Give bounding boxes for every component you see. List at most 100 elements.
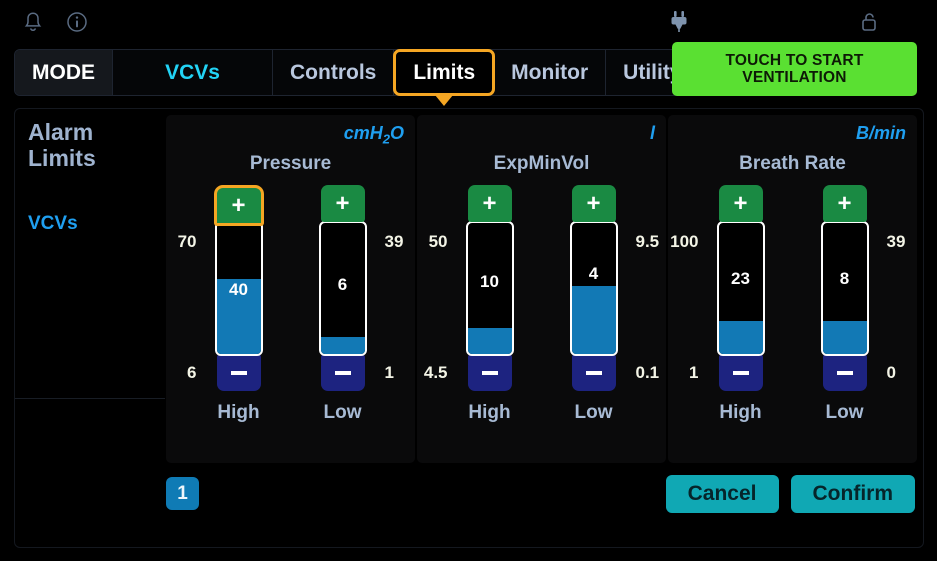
range-min-label: 0.1 [636, 363, 660, 383]
unit-main: B/min [856, 123, 906, 143]
range-max-label: 39 [385, 232, 404, 252]
content-frame: Alarm Limits VCVs cmH2O Pressure + 70 6 [14, 108, 924, 548]
panel-title: ExpMinVol [417, 153, 666, 175]
slider-caption: High [468, 402, 510, 424]
sidebar: Alarm Limits VCVs [15, 109, 165, 399]
alarm-limit-panels: cmH2O Pressure + 70 6 40 High [166, 115, 918, 463]
plug-icon [664, 8, 694, 36]
tab-vcvs-label: VCVs [165, 61, 220, 85]
tab-mode-label: MODE [32, 61, 95, 85]
decrement-button[interactable] [823, 354, 867, 391]
panel-unit-label: B/min [856, 123, 906, 147]
slider-fill [321, 337, 365, 354]
range-min-label: 1 [689, 363, 698, 383]
tab-monitor[interactable]: Monitor [494, 50, 606, 95]
range-max-label: 70 [178, 232, 197, 252]
panel-pressure: cmH2O Pressure + 70 6 40 High [166, 115, 415, 463]
increment-button[interactable]: + [719, 185, 763, 222]
slider-group: + 100 1 23 High + 39 0 [668, 185, 917, 424]
slider-track[interactable]: 10 [466, 221, 514, 356]
page-title: Alarm Limits [28, 119, 138, 171]
active-tab-pointer-icon [435, 95, 453, 106]
slider-track[interactable]: 8 [821, 221, 869, 356]
confirm-button[interactable]: Confirm [791, 475, 916, 513]
slider-caption: High [719, 402, 761, 424]
slider-group: + 70 6 40 High + 39 1 [166, 185, 415, 424]
main-tab-bar: MODE VCVs Controls Limits Monitor Utilit… [14, 49, 700, 96]
slider-track[interactable]: 40 [215, 221, 263, 356]
slider-fill [719, 321, 763, 354]
unit-tail: O [390, 123, 404, 143]
info-icon[interactable] [64, 9, 90, 35]
sidebar-item-vcvs[interactable]: VCVs [28, 213, 165, 235]
slider-value: 8 [823, 269, 867, 289]
decrement-button[interactable] [321, 354, 365, 391]
slider-value: 6 [321, 275, 365, 295]
increment-button[interactable]: + [214, 185, 264, 226]
range-min-label: 0 [887, 363, 896, 383]
range-max-label: 9.5 [636, 232, 660, 252]
increment-button[interactable]: + [321, 185, 365, 222]
increment-button[interactable]: + [468, 185, 512, 222]
panel-unit-label: l [650, 123, 655, 147]
range-max-label: 50 [429, 232, 448, 252]
panel-title: Pressure [166, 153, 415, 175]
slider-track[interactable]: 23 [717, 221, 765, 356]
decrement-button[interactable] [468, 354, 512, 391]
range-max-label: 39 [887, 232, 906, 252]
bell-icon[interactable] [20, 9, 46, 35]
decrement-button[interactable] [217, 354, 261, 391]
slider-value: 40 [217, 280, 261, 300]
increment-button[interactable]: + [572, 185, 616, 222]
tab-mode[interactable]: MODE [15, 50, 113, 95]
range-max-label: 100 [670, 232, 698, 252]
slider-fill [572, 286, 616, 354]
tab-vcvs[interactable]: VCVs [113, 50, 273, 95]
increment-button[interactable]: + [823, 185, 867, 222]
lock-open-icon[interactable] [855, 9, 883, 35]
tab-limits-label: Limits [413, 61, 475, 85]
start-button-line1: TOUCH TO START [726, 52, 864, 69]
slider-caption: Low [575, 402, 613, 424]
range-min-label: 1 [385, 363, 394, 383]
slider-expminvol-high: + 50 4.5 10 High [457, 185, 523, 424]
tab-monitor-label: Monitor [511, 61, 588, 85]
slider-group: + 50 4.5 10 High + 9.5 0.1 [417, 185, 666, 424]
start-ventilation-button[interactable]: TOUCH TO START VENTILATION [672, 42, 917, 96]
start-button-line2: VENTILATION [742, 69, 846, 86]
tab-limits[interactable]: Limits [393, 49, 495, 96]
decrement-button[interactable] [719, 354, 763, 391]
panel-title: Breath Rate [668, 153, 917, 175]
tab-controls-label: Controls [290, 61, 376, 85]
unit-sub: 2 [383, 132, 390, 147]
cancel-button[interactable]: Cancel [666, 475, 779, 513]
slider-track[interactable]: 4 [570, 221, 618, 356]
tab-controls[interactable]: Controls [273, 50, 394, 95]
panel-expminvol: l ExpMinVol + 50 4.5 10 High [417, 115, 666, 463]
slider-fill [823, 321, 867, 354]
slider-caption: High [217, 402, 259, 424]
panel-breath-rate: B/min Breath Rate + 100 1 23 High [668, 115, 917, 463]
slider-fill [468, 328, 512, 354]
unit-main: l [650, 123, 655, 143]
slider-value: 23 [719, 269, 763, 289]
slider-pressure-low: + 39 1 6 Low [310, 185, 376, 424]
page-indicator-badge[interactable]: 1 [166, 477, 199, 510]
slider-value: 4 [572, 264, 616, 284]
panel-unit-label: cmH2O [344, 123, 404, 147]
action-button-row: Cancel Confirm [666, 475, 915, 513]
unit-main: cmH [344, 123, 383, 143]
slider-caption: Low [324, 402, 362, 424]
slider-value: 10 [468, 272, 512, 292]
slider-track[interactable]: 6 [319, 221, 367, 356]
range-min-label: 6 [187, 363, 196, 383]
slider-caption: Low [826, 402, 864, 424]
range-min-label: 4.5 [424, 363, 448, 383]
decrement-button[interactable] [572, 354, 616, 391]
status-bar [0, 0, 937, 42]
slider-breathrate-high: + 100 1 23 High [708, 185, 774, 424]
slider-breathrate-low: + 39 0 8 Low [812, 185, 878, 424]
slider-pressure-high: + 70 6 40 High [206, 185, 272, 424]
slider-expminvol-low: + 9.5 0.1 4 Low [561, 185, 627, 424]
ventilator-screen: MODE VCVs Controls Limits Monitor Utilit… [0, 0, 937, 561]
